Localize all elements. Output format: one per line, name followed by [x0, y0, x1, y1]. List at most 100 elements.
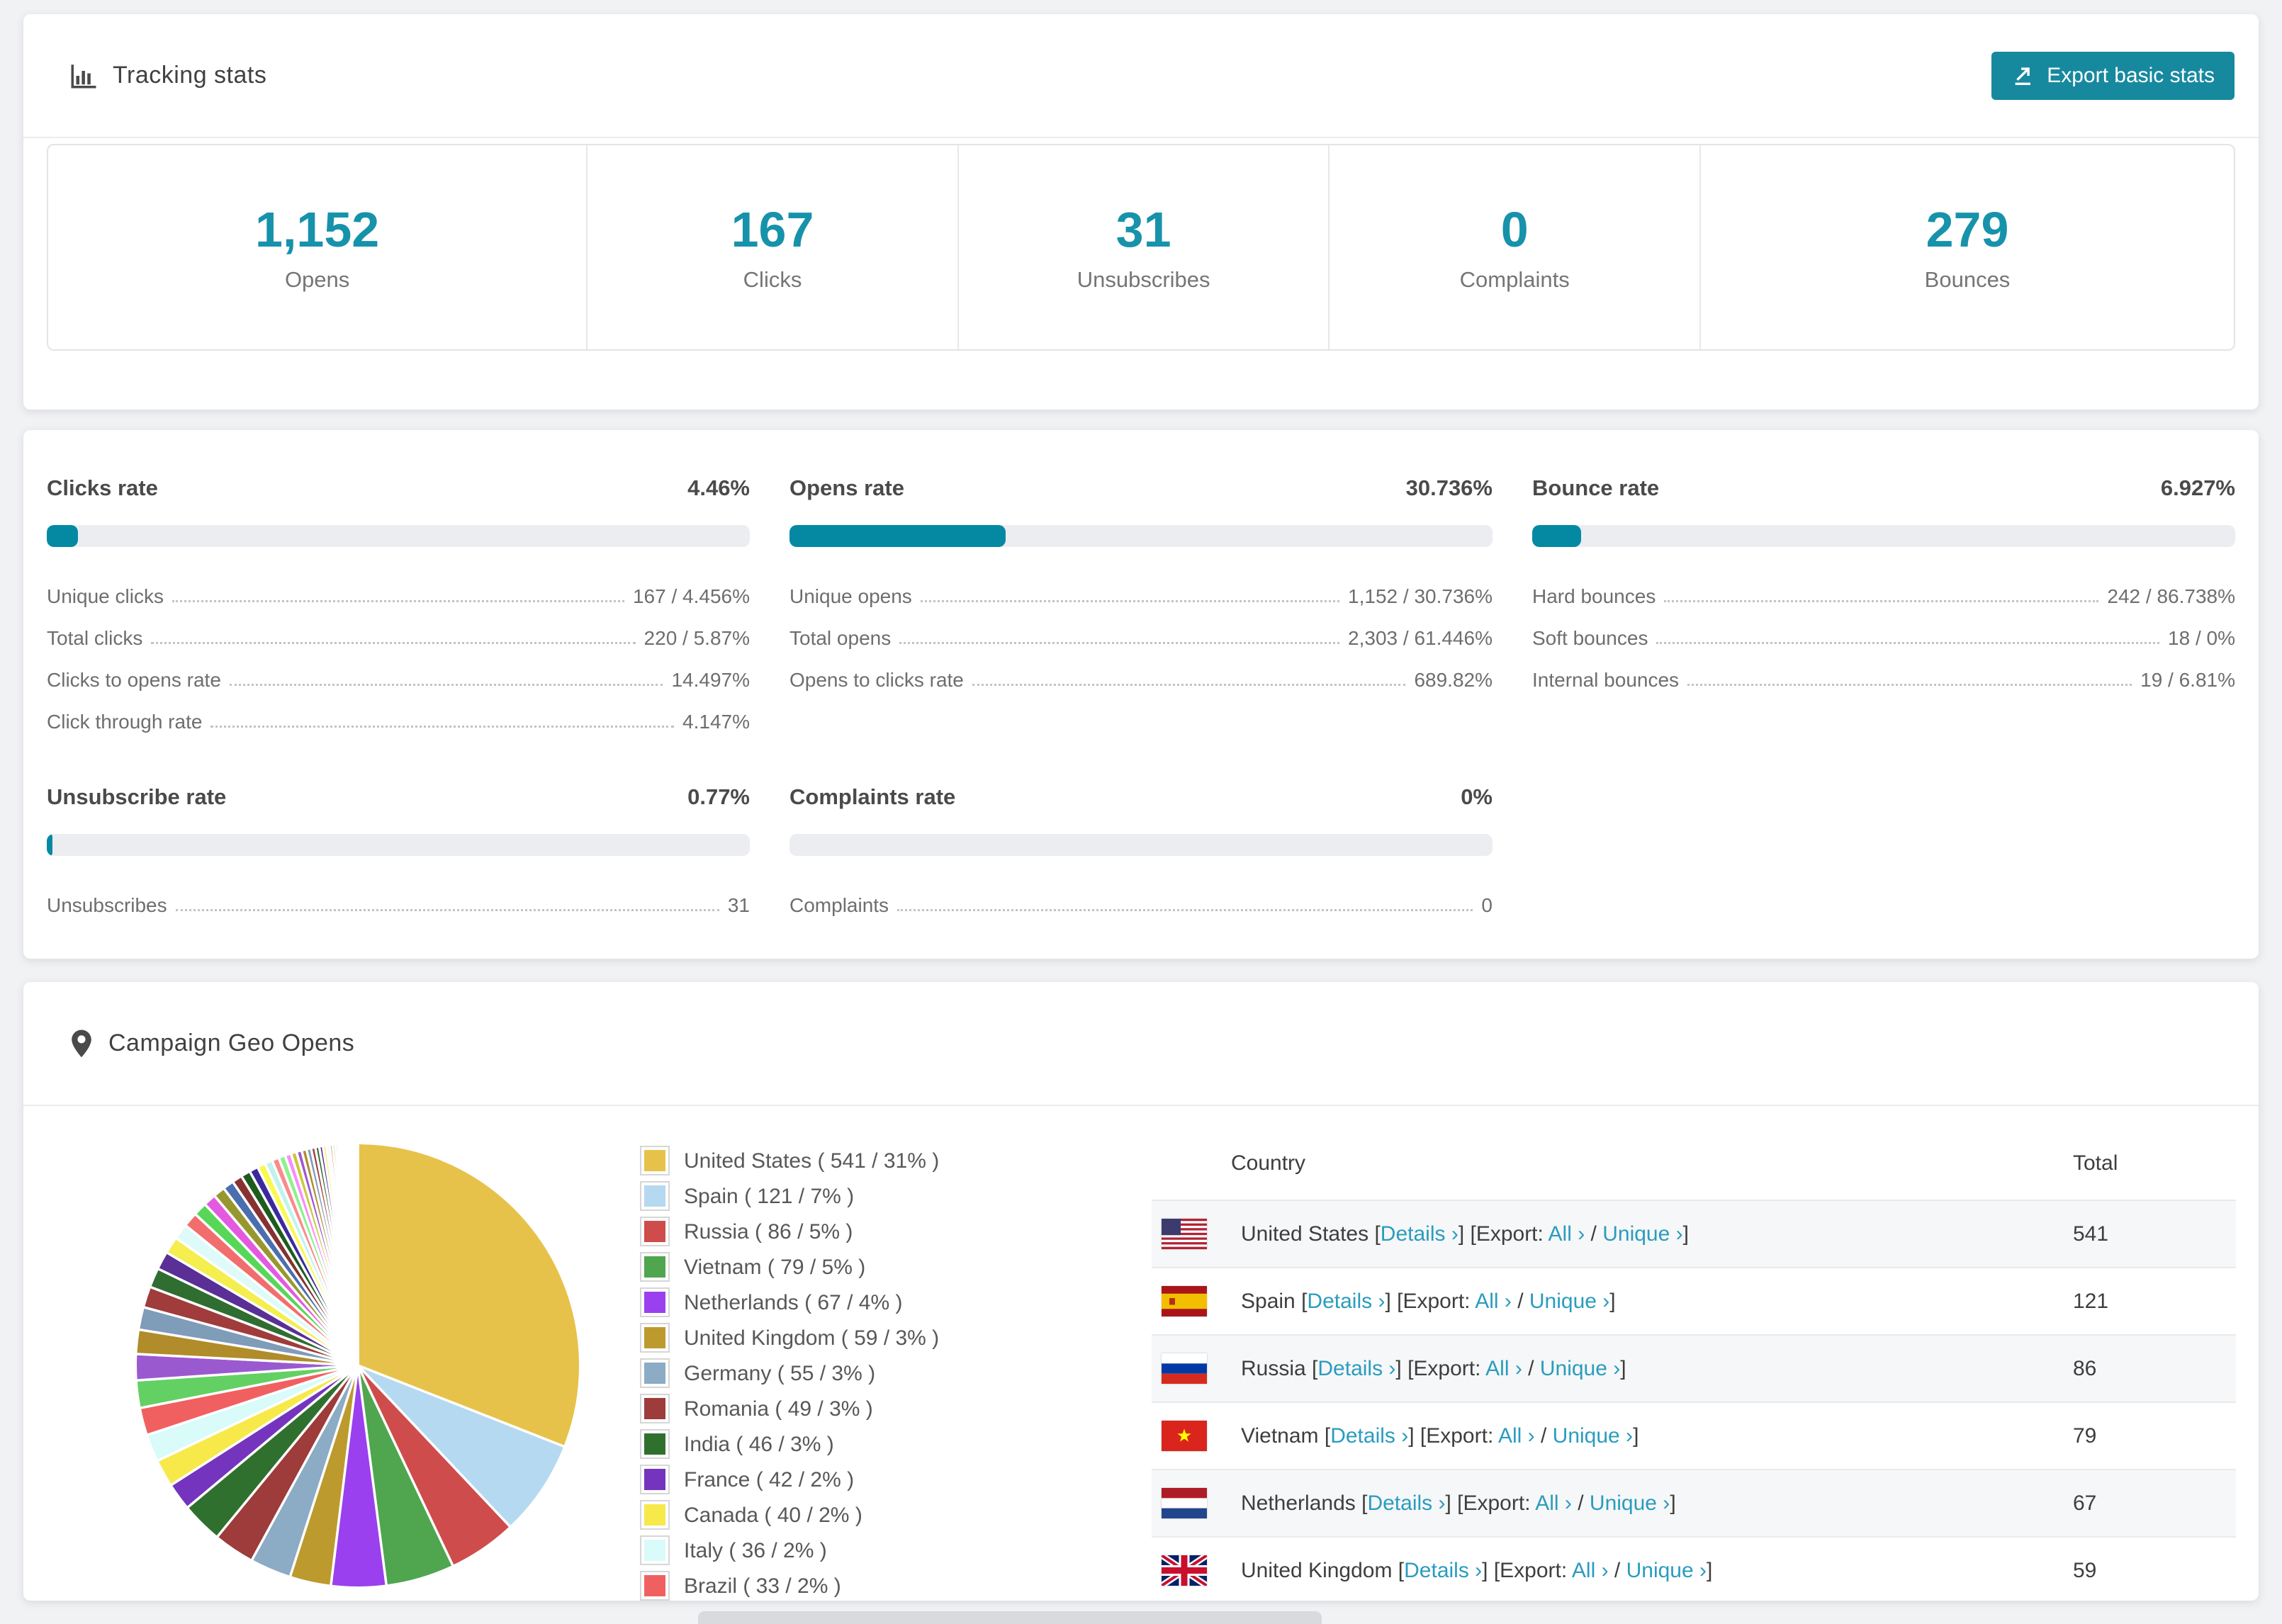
rate-group: Opens rate 30.736% Unique opens 1,152 / 30.…	[789, 475, 1493, 733]
rate-value: 30.736%	[1405, 475, 1493, 500]
details-link[interactable]: Details ›	[1404, 1559, 1482, 1582]
legend-item: France ( 42 / 2% )	[641, 1466, 1137, 1493]
rate-stat-label: Unique clicks	[47, 585, 164, 607]
country-total: 59	[2073, 1558, 2097, 1582]
rate-stat-label: Internal bounces	[1532, 669, 1680, 691]
stat-value: 1,152	[255, 202, 380, 257]
export-all-link[interactable]: All ›	[1572, 1559, 1609, 1582]
united-states-flag	[1162, 1219, 1207, 1249]
rate-stat-label: Opens to clicks rate	[789, 669, 964, 691]
export-all-link[interactable]: All ›	[1475, 1290, 1512, 1313]
legend-label: France ( 42 / 2% )	[684, 1467, 855, 1492]
export-unique-link[interactable]: Unique ›	[1590, 1492, 1670, 1515]
country-total: 541	[2073, 1222, 2109, 1246]
summary-cell: 279 Bounces	[1699, 145, 2234, 349]
details-link[interactable]: Details ›	[1307, 1290, 1385, 1313]
rate-title: Opens rate	[789, 475, 904, 500]
legend-item: Russia ( 86 / 5% )	[641, 1218, 1137, 1245]
progress-bar	[1532, 525, 2235, 547]
details-link[interactable]: Details ›	[1381, 1222, 1458, 1246]
stat-label: Complaints	[1459, 267, 1570, 292]
export-basic-stats-button[interactable]: Export basic stats	[1991, 51, 2235, 100]
table-row: Russia [Details ›] [Export: All › / Uniq…	[1152, 1335, 2236, 1402]
legend-label: Italy ( 36 / 2% )	[684, 1538, 827, 1562]
table-row: Vietnam [Details ›] [Export: All › / Uni…	[1152, 1402, 2236, 1470]
country-name: United States	[1241, 1222, 1375, 1246]
country-name: Spain	[1241, 1289, 1302, 1313]
rate-value: 0%	[1461, 784, 1493, 809]
rate-stat-value: 220 / 5.87%	[643, 627, 750, 649]
rate-stat-label: Soft bounces	[1532, 627, 1648, 649]
dotted-leader	[972, 684, 1406, 686]
rate-stat-row: Internal bounces 19 / 6.81%	[1532, 669, 2235, 692]
rate-stat-value: 18 / 0%	[2168, 627, 2235, 649]
summary-cell: 31 Unsubscribes	[957, 145, 1329, 349]
details-link[interactable]: Details ›	[1330, 1424, 1408, 1448]
legend-label: Netherlands ( 67 / 4% )	[684, 1290, 903, 1314]
tracking-stats-header: Tracking stats Export basic stats	[23, 14, 2259, 138]
rate-group: Complaints rate 0% Complaints 0	[789, 784, 1493, 917]
rate-title: Clicks rate	[47, 475, 158, 500]
rate-group: Clicks rate 4.46% Unique clicks 167 / 4.456…	[47, 475, 750, 733]
campaign-geo-opens-card: Campaign Geo Opens United States ( 541 /…	[23, 982, 2259, 1601]
geo-header: Campaign Geo Opens	[23, 982, 2259, 1106]
horizontal-scrollbar-thumb[interactable]	[698, 1611, 1322, 1624]
rate-stat-value: 1,152 / 30.736%	[1348, 585, 1493, 607]
dotted-leader	[175, 909, 719, 911]
legend-swatch	[641, 1395, 668, 1422]
geo-pie-chart[interactable]	[89, 1123, 627, 1592]
rate-stat-value: 0	[1481, 894, 1493, 916]
legend-swatch	[641, 1183, 668, 1209]
export-all-link[interactable]: All ›	[1548, 1222, 1585, 1246]
table-row: Spain [Details ›] [Export: All › / Uniqu…	[1152, 1268, 2236, 1335]
table-row: United States [Details ›] [Export: All ›…	[1152, 1200, 2236, 1268]
export-unique-link[interactable]: Unique ›	[1553, 1424, 1633, 1448]
legend-label: Romania ( 49 / 3% )	[684, 1397, 873, 1421]
legend-swatch	[641, 1147, 668, 1174]
details-link[interactable]: Details ›	[1367, 1492, 1445, 1515]
rate-stat-row: Opens to clicks rate 689.82%	[789, 669, 1493, 692]
rate-stat-value: 4.147%	[682, 711, 750, 733]
rate-stat-label: Unsubscribes	[47, 894, 167, 916]
rate-stat-label: Complaints	[789, 894, 889, 916]
country-column-header: Country	[1231, 1151, 1306, 1175]
export-unique-link[interactable]: Unique ›	[1626, 1559, 1707, 1582]
legend-label: United States ( 541 / 31% )	[684, 1149, 940, 1173]
rate-stat-row: Unique opens 1,152 / 30.736%	[789, 585, 1493, 608]
export-icon	[2015, 67, 2031, 85]
russia-flag	[1162, 1353, 1207, 1384]
country-name: Netherlands	[1241, 1491, 1362, 1515]
dotted-leader	[899, 642, 1340, 644]
legend-label: Spain ( 121 / 7% )	[684, 1184, 855, 1208]
rate-stat-row: Total opens 2,303 / 61.446%	[789, 627, 1493, 650]
legend-label: Vietnam ( 79 / 5% )	[684, 1255, 866, 1279]
export-unique-link[interactable]: Unique ›	[1529, 1290, 1609, 1313]
rate-value: 0.77%	[687, 784, 750, 809]
legend-item: Brazil ( 33 / 2% )	[641, 1572, 1137, 1599]
stat-label: Opens	[284, 267, 350, 292]
export-unique-link[interactable]: Unique ›	[1602, 1222, 1682, 1246]
legend-swatch	[641, 1572, 668, 1599]
legend-item: United Kingdom ( 59 / 3% )	[641, 1324, 1137, 1351]
export-all-link[interactable]: All ›	[1498, 1424, 1535, 1448]
map-marker-icon	[69, 1029, 94, 1059]
export-all-link[interactable]: All ›	[1535, 1492, 1572, 1515]
dotted-leader	[897, 909, 1473, 911]
country-name: United Kingdom	[1241, 1558, 1398, 1582]
rate-title: Bounce rate	[1532, 475, 1660, 500]
rate-stat-value: 19 / 6.81%	[2140, 669, 2235, 691]
country-total: 67	[2073, 1491, 2097, 1515]
export-unique-link[interactable]: Unique ›	[1540, 1357, 1620, 1380]
progress-bar-fill	[1532, 525, 1581, 547]
details-link[interactable]: Details ›	[1317, 1357, 1395, 1380]
summary-cell: 0 Complaints	[1328, 145, 1699, 349]
legend-swatch	[641, 1324, 668, 1351]
progress-bar-fill	[47, 525, 79, 547]
table-row: United Kingdom [Details ›] [Export: All …	[1152, 1537, 2236, 1601]
legend-swatch	[641, 1360, 668, 1387]
dotted-leader	[1687, 684, 2132, 686]
rate-title: Unsubscribe rate	[47, 784, 227, 809]
export-button-label: Export basic stats	[2047, 63, 2215, 87]
export-all-link[interactable]: All ›	[1485, 1357, 1522, 1380]
progress-bar	[47, 525, 750, 547]
